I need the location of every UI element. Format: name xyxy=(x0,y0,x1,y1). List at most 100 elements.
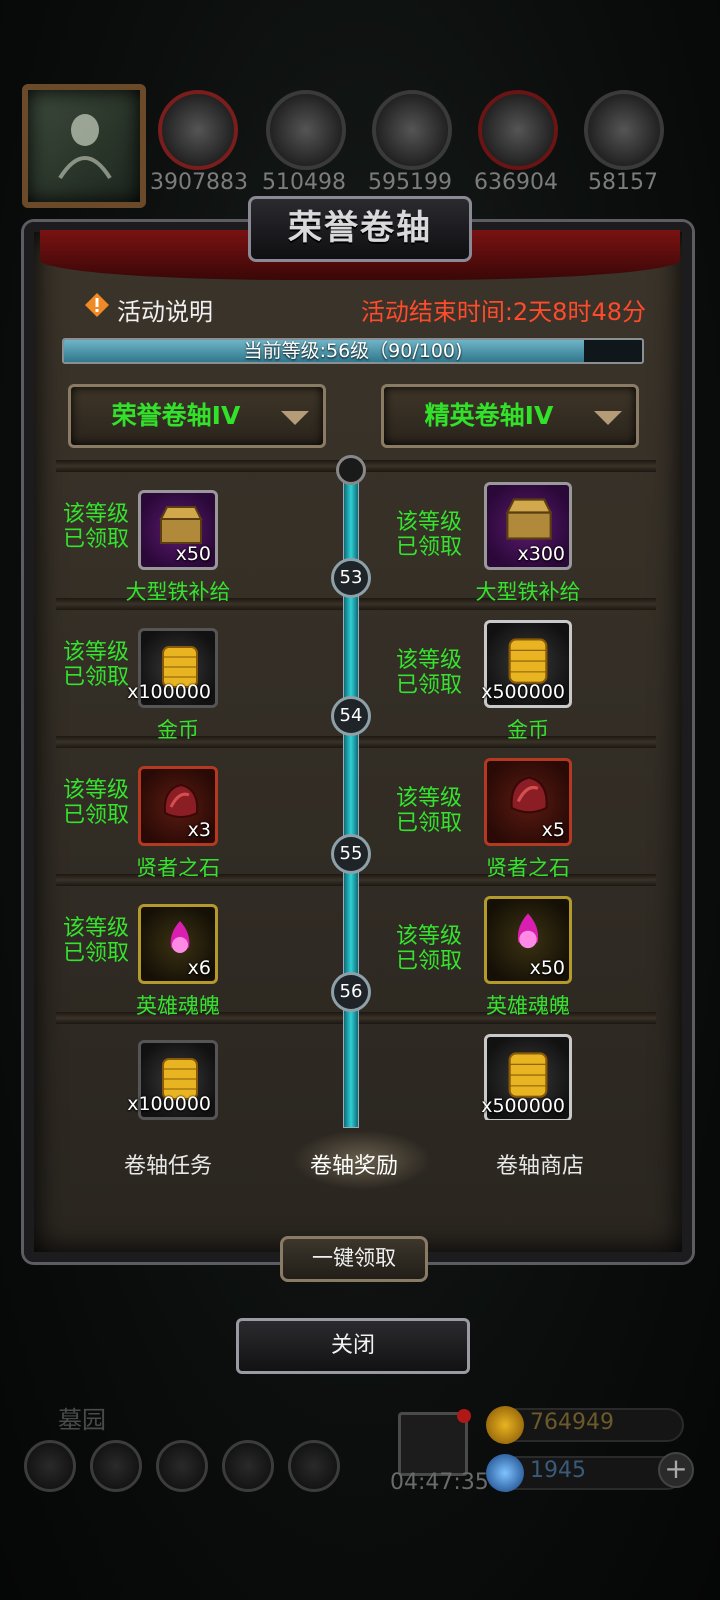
mail-icon[interactable] xyxy=(222,1440,274,1492)
claimed-line: 已领取 xyxy=(395,811,462,836)
settings-gear-icon[interactable] xyxy=(24,1440,76,1492)
resource-iron-value: 58157 xyxy=(588,170,658,195)
warning-icon[interactable] xyxy=(84,292,110,318)
claimed-status: 该等级 已领取 xyxy=(389,510,469,560)
claimed-line: 已领取 xyxy=(395,673,462,698)
panel-title: 荣誉卷轴 xyxy=(248,196,472,262)
reward-item-right[interactable]: x5 xyxy=(484,758,572,846)
level-node-56: 56 xyxy=(331,972,371,1012)
item-quantity: x6 xyxy=(187,957,211,979)
resource-crystal-value: 636904 xyxy=(474,170,558,195)
item-name: 大型铁补给 xyxy=(475,580,581,604)
reward-item-left[interactable]: x100000 xyxy=(127,1040,218,1120)
claimed-status: 该等级 已领取 xyxy=(56,640,136,690)
iron-supply-chest-icon xyxy=(159,506,203,544)
item-name: 英雄魂魄 xyxy=(136,994,220,1018)
add-gems-button[interactable]: + xyxy=(658,1452,694,1488)
progress-label: 当前等级:56级（90/100) xyxy=(243,340,463,362)
claimed-line: 已领取 xyxy=(395,949,462,974)
claimed-line: 该等级 xyxy=(62,778,129,803)
emblem-icon[interactable] xyxy=(90,1440,142,1492)
chevron-down-icon xyxy=(281,411,309,425)
iron-icon[interactable] xyxy=(584,90,664,170)
event-info-link[interactable]: 活动说明 xyxy=(117,292,213,327)
event-end-time: 活动结束时间:2天8时48分 xyxy=(360,298,646,326)
item-quantity: x5 xyxy=(541,819,565,841)
item-name: 贤者之石 xyxy=(486,856,570,880)
level-node-55: 55 xyxy=(331,834,371,874)
item-name: 贤者之石 xyxy=(136,856,220,880)
claimed-status: 该等级 已领取 xyxy=(56,916,136,966)
track-start-node xyxy=(336,455,366,485)
level-node-53: 53 xyxy=(331,558,371,598)
gem-amount: 1945 xyxy=(530,1458,586,1483)
item-quantity: x3 xyxy=(187,819,211,841)
gold-coins-icon xyxy=(508,638,548,684)
claimed-line: 已领取 xyxy=(62,941,129,966)
player-avatar[interactable] xyxy=(22,84,146,208)
skeleton-portrait-icon xyxy=(58,114,112,180)
item-name: 金币 xyxy=(157,718,199,742)
iron-supply-chest-icon xyxy=(505,498,553,540)
claim-all-button[interactable]: 一键领取 xyxy=(280,1236,428,1282)
reward-item-left[interactable]: x100000 xyxy=(127,628,218,708)
close-button[interactable]: 关闭 xyxy=(236,1318,470,1374)
item-quantity: x50 xyxy=(529,957,565,979)
meat-icon[interactable] xyxy=(158,90,238,170)
resource-meat-value: 3907883 xyxy=(150,170,248,195)
item-quantity: x500000 xyxy=(481,1095,565,1117)
wood-icon[interactable] xyxy=(266,90,346,170)
claimed-line: 已领取 xyxy=(395,535,462,560)
tab-scroll-shop[interactable]: 卷轴商店 xyxy=(450,1148,630,1180)
reward-item-left[interactable]: x50 xyxy=(138,490,218,570)
stone-icon[interactable] xyxy=(372,90,452,170)
resource-stone-value: 595199 xyxy=(368,170,452,195)
dropdown-label: 精英卷轴IV xyxy=(424,401,554,430)
gold-amount: 764949 xyxy=(530,1410,614,1435)
gem-icon xyxy=(486,1454,524,1492)
claimed-line: 该等级 xyxy=(62,916,129,941)
claimed-line: 该等级 xyxy=(395,510,462,535)
elite-scroll-dropdown[interactable]: 精英卷轴IV xyxy=(381,384,639,448)
dropdown-label: 荣誉卷轴IV xyxy=(111,401,241,430)
claimed-line: 已领取 xyxy=(62,665,129,690)
claimed-line: 该等级 xyxy=(62,640,129,665)
item-name: 金币 xyxy=(507,718,549,742)
claimed-line: 该等级 xyxy=(62,502,129,527)
claimed-status: 该等级 已领取 xyxy=(389,648,469,698)
tab-scroll-tasks[interactable]: 卷轴任务 xyxy=(78,1148,258,1180)
claimed-line: 已领取 xyxy=(62,803,129,828)
claimed-status: 该等级 已领取 xyxy=(389,924,469,974)
item-quantity: x100000 xyxy=(127,1093,211,1115)
reward-item-left[interactable]: x6 xyxy=(138,904,218,984)
level-progress-bar: 当前等级:56级（90/100) xyxy=(62,338,644,364)
resource-bar: 3907883 510498 595199 636904 58157 xyxy=(0,78,720,208)
gift-timer: 04:47:35 xyxy=(390,1470,489,1495)
alliance-icon[interactable] xyxy=(288,1440,340,1492)
helmet-icon[interactable] xyxy=(156,1440,208,1492)
crystal-icon[interactable] xyxy=(478,90,558,170)
reward-item-right[interactable]: x300 xyxy=(484,482,572,570)
claimed-status: 该等级 已领取 xyxy=(56,778,136,828)
reward-item-left[interactable]: x3 xyxy=(138,766,218,846)
claimed-line: 该等级 xyxy=(395,786,462,811)
reward-item-right[interactable]: x500000 xyxy=(481,1034,572,1120)
honor-scroll-dropdown[interactable]: 荣誉卷轴IV xyxy=(68,384,326,448)
tab-scroll-rewards[interactable]: 卷轴奖励 xyxy=(264,1148,444,1180)
sage-stone-icon xyxy=(510,776,548,814)
item-name: 英雄魂魄 xyxy=(486,994,570,1018)
item-quantity: x100000 xyxy=(127,681,211,703)
item-quantity: x50 xyxy=(175,543,211,565)
resource-wood-value: 510498 xyxy=(262,170,346,195)
item-name: 大型铁补给 xyxy=(125,580,231,604)
item-quantity: x500000 xyxy=(481,681,565,703)
zone-name: 墓园 xyxy=(58,1406,106,1434)
claimed-line: 该等级 xyxy=(395,648,462,673)
notification-dot xyxy=(457,1409,471,1423)
reward-item-right[interactable]: x500000 xyxy=(481,620,572,708)
reward-item-right[interactable]: x50 xyxy=(484,896,572,984)
claimed-line: 已领取 xyxy=(62,527,129,552)
panel-tabs: 卷轴任务 卷轴奖励 卷轴商店 xyxy=(56,1130,656,1200)
gift-box-icon[interactable] xyxy=(398,1409,471,1476)
hero-soul-icon xyxy=(517,913,539,949)
